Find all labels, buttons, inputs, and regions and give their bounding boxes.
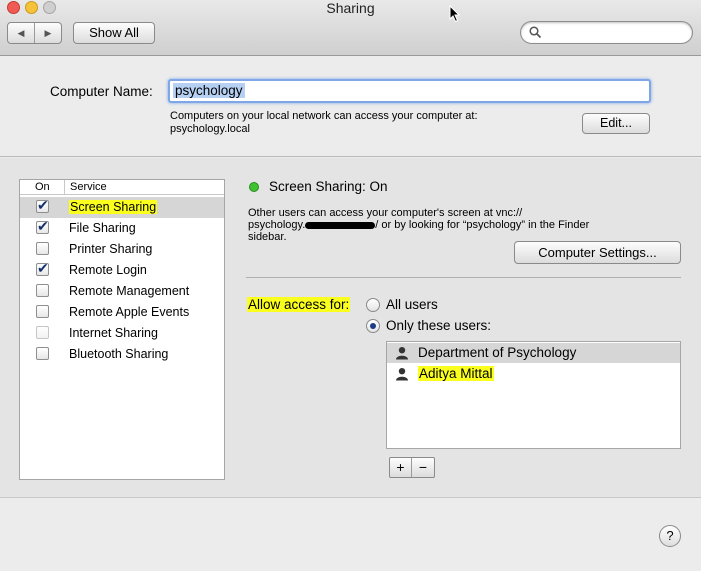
remote-management-checkbox[interactable] — [36, 284, 49, 297]
list-item[interactable]: Remote Apple Events — [20, 302, 224, 323]
computer-name-label: Computer Name: — [50, 84, 153, 99]
computer-name-section: Computer Name: psychology Computers on y… — [0, 57, 701, 157]
remote-apple-events-checkbox[interactable] — [36, 305, 49, 318]
service-label: Internet Sharing — [69, 326, 158, 340]
group-user-icon — [396, 347, 408, 360]
computer-name-field[interactable]: psychology — [168, 79, 651, 103]
vnc-description-line1: Other users can access your computer's s… — [248, 207, 523, 219]
printer-sharing-checkbox[interactable] — [36, 242, 49, 255]
back-arrow-icon[interactable]: ◀ — [8, 23, 35, 43]
search-field[interactable] — [520, 21, 693, 44]
service-status-title: Screen Sharing: On — [269, 179, 388, 194]
edit-button[interactable]: Edit... — [582, 113, 650, 134]
vnc-host-prefix: psychology. — [248, 219, 306, 231]
on-column-header[interactable]: On — [35, 181, 50, 193]
user-list: Department of Psychology Aditya Mittal — [386, 341, 681, 449]
screen-sharing-checkbox[interactable] — [36, 197, 49, 214]
user-name: Aditya Mittal — [418, 366, 494, 381]
user-name: Department of Psychology — [418, 345, 577, 360]
redaction-mark — [305, 221, 376, 229]
remove-user-button[interactable]: − — [412, 458, 434, 477]
window-titlebar: Sharing ◀ ▶ Show All — [0, 0, 701, 56]
computer-name-input[interactable]: psychology — [173, 83, 245, 98]
list-item[interactable]: Printer Sharing — [20, 239, 224, 260]
bluetooth-sharing-checkbox[interactable] — [36, 347, 49, 360]
user-icon — [396, 368, 408, 381]
bottom-bar: ? — [0, 499, 701, 571]
service-label: Screen Sharing — [69, 200, 158, 214]
vnc-description-line3: sidebar. — [248, 231, 287, 243]
all-users-label[interactable]: All users — [386, 297, 438, 312]
separator — [246, 277, 681, 278]
network-address-info: Computers on your local network can acce… — [170, 110, 478, 122]
vnc-description-line2: psychology. / or by looking for “psycholo… — [248, 219, 589, 231]
status-indicator-icon — [249, 182, 259, 192]
forward-arrow-icon[interactable]: ▶ — [35, 23, 61, 43]
allow-access-label: Allow access for: — [247, 297, 351, 312]
service-list-header: On Service — [20, 180, 224, 195]
service-label: Remote Login — [69, 263, 147, 277]
service-label: Printer Sharing — [69, 242, 153, 256]
window-title: Sharing — [326, 0, 375, 16]
service-list: On Service Screen Sharing File Sharing P… — [19, 179, 225, 480]
list-item[interactable]: Remote Login — [20, 260, 224, 281]
list-item[interactable]: Aditya Mittal — [387, 364, 680, 384]
mouse-pointer-icon — [449, 5, 461, 23]
list-item[interactable]: Remote Management — [20, 281, 224, 302]
search-icon — [529, 26, 542, 39]
computer-settings-button[interactable]: Computer Settings... — [514, 241, 681, 264]
show-all-button[interactable]: Show All — [73, 22, 155, 44]
service-label: File Sharing — [69, 221, 136, 235]
remote-login-checkbox[interactable] — [36, 260, 49, 277]
list-item[interactable]: Screen Sharing — [20, 197, 224, 218]
only-these-users-label[interactable]: Only these users: — [386, 318, 491, 333]
all-users-radio[interactable] — [366, 298, 380, 312]
help-button[interactable]: ? — [659, 525, 681, 547]
internet-sharing-checkbox[interactable] — [36, 326, 49, 339]
list-item[interactable]: Bluetooth Sharing — [20, 344, 224, 365]
list-item[interactable]: Department of Psychology — [387, 343, 680, 363]
vnc-host-suffix: / or by looking for “psychology” in the … — [375, 219, 590, 231]
service-column-header[interactable]: Service — [64, 180, 107, 194]
add-user-button[interactable]: + — [390, 458, 412, 477]
list-item[interactable]: File Sharing — [20, 218, 224, 239]
service-label: Remote Apple Events — [69, 305, 190, 319]
add-remove-control: + − — [389, 457, 435, 478]
file-sharing-checkbox[interactable] — [36, 218, 49, 235]
service-label: Remote Management — [69, 284, 190, 298]
local-hostname: psychology.local — [170, 123, 250, 135]
service-label: Bluetooth Sharing — [69, 347, 169, 361]
back-forward-control: ◀ ▶ — [7, 22, 62, 44]
only-these-users-radio[interactable] — [366, 319, 380, 333]
list-item[interactable]: Internet Sharing — [20, 323, 224, 344]
